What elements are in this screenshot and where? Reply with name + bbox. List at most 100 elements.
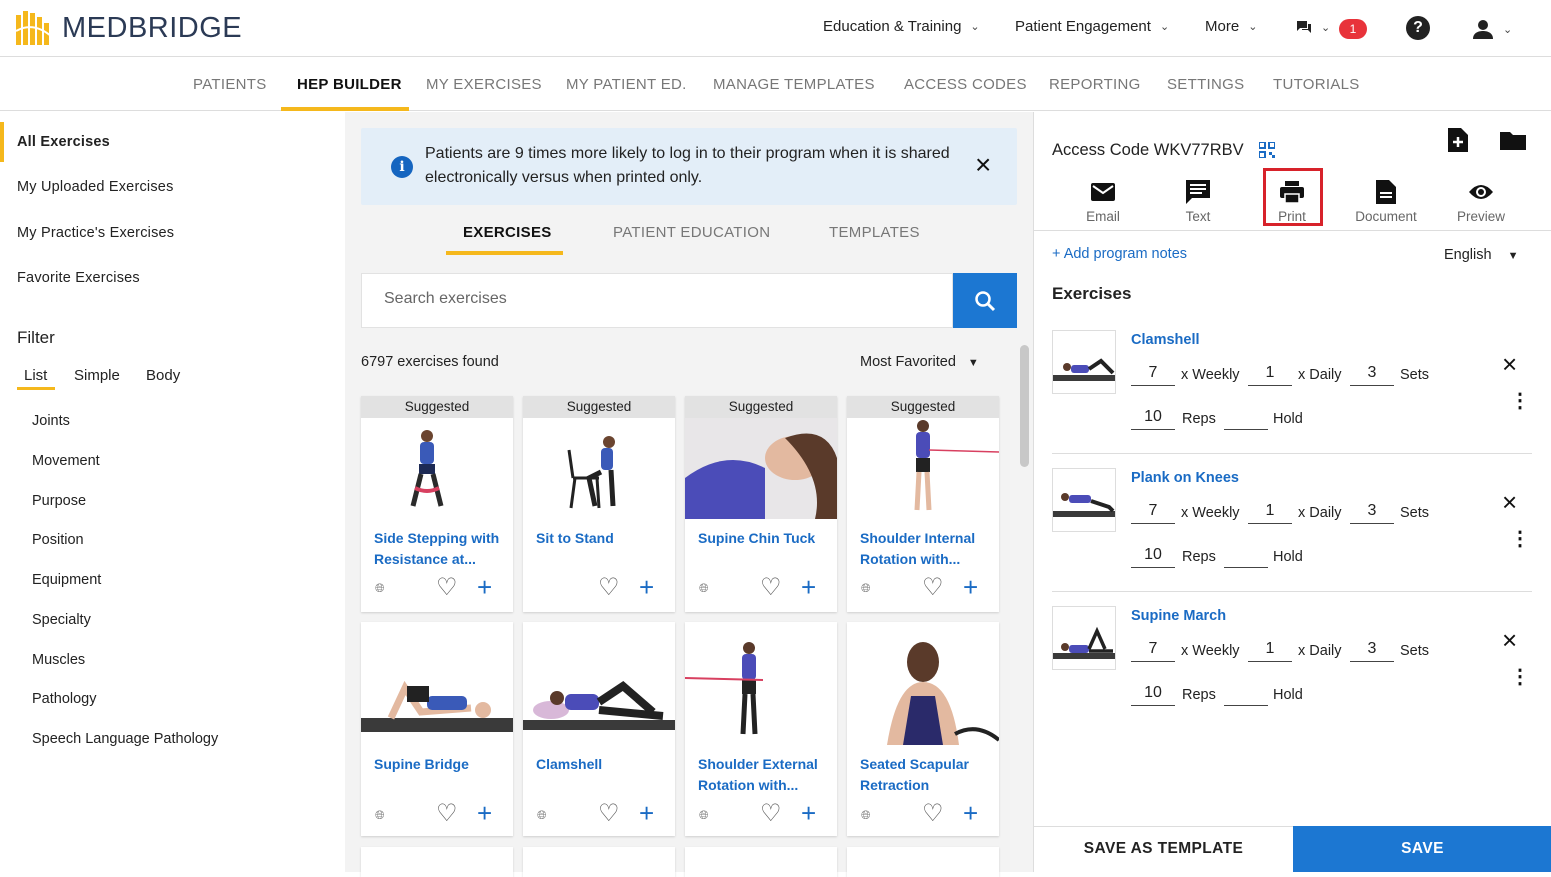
filter-equipment[interactable]: Equipment xyxy=(32,572,101,588)
sets-input[interactable]: 3 xyxy=(1350,500,1394,524)
save-as-template-button[interactable]: SAVE AS TEMPLATE xyxy=(1034,826,1293,872)
tab-access-codes[interactable]: ACCESS CODES xyxy=(904,76,1027,93)
exercise-card[interactable]: Supine Bridge 🌐︎ ♡ + xyxy=(361,622,513,836)
heart-icon[interactable]: ♡ xyxy=(436,576,458,600)
daily-input[interactable]: 1 xyxy=(1248,500,1292,524)
close-icon[interactable]: × xyxy=(975,150,991,180)
heart-icon[interactable]: ♡ xyxy=(598,802,620,826)
reps-input[interactable]: 10 xyxy=(1131,682,1175,706)
heart-icon[interactable]: ♡ xyxy=(760,802,782,826)
tab-my-exercises[interactable]: MY EXERCISES xyxy=(426,76,542,93)
exercise-title[interactable]: Shoulder External Rotation with... xyxy=(698,754,828,796)
filter-position[interactable]: Position xyxy=(32,532,84,548)
filter-tab-simple[interactable]: Simple xyxy=(74,367,120,384)
notification-badge[interactable]: 1 xyxy=(1339,19,1367,39)
daily-input[interactable]: 1 xyxy=(1248,638,1292,662)
nav-more[interactable]: More ⌄ xyxy=(1205,18,1257,35)
add-icon[interactable]: + xyxy=(801,800,816,826)
exercise-name[interactable]: Plank on Knees xyxy=(1131,470,1239,486)
exercise-name[interactable]: Supine March xyxy=(1131,608,1226,624)
exercise-title[interactable]: Side Stepping with Resistance at... xyxy=(374,528,504,570)
messages-menu[interactable]: ⌄ xyxy=(1296,20,1330,34)
add-icon[interactable]: + xyxy=(963,574,978,600)
add-icon[interactable]: + xyxy=(801,574,816,600)
heart-icon[interactable]: ♡ xyxy=(598,576,620,600)
sidebar-item-my-uploaded[interactable]: My Uploaded Exercises xyxy=(17,179,174,195)
filter-purpose[interactable]: Purpose xyxy=(32,493,86,509)
search-button[interactable] xyxy=(953,273,1017,328)
user-menu[interactable]: ⌄ xyxy=(1472,19,1512,39)
filter-joints[interactable]: Joints xyxy=(32,413,70,429)
preview-button[interactable]: Preview xyxy=(1446,178,1516,224)
exercise-card[interactable] xyxy=(361,847,513,877)
more-options-icon[interactable]: ⋮ xyxy=(1510,529,1530,549)
exercise-card[interactable]: Suggested Sit to Stand ♡ + xyxy=(523,396,675,612)
tab-patients[interactable]: PATIENTS xyxy=(193,76,267,93)
sets-input[interactable]: 3 xyxy=(1350,638,1394,662)
exercise-card[interactable]: Shoulder External Rotation with... 🌐︎ ♡ … xyxy=(685,622,837,836)
hold-input[interactable] xyxy=(1224,682,1268,706)
add-icon[interactable]: + xyxy=(639,800,654,826)
exercise-card[interactable] xyxy=(685,847,837,877)
tab-exercises[interactable]: EXERCISES xyxy=(463,224,552,241)
weekly-input[interactable]: 7 xyxy=(1131,500,1175,524)
filter-specialty[interactable]: Specialty xyxy=(32,612,91,628)
add-program-notes-link[interactable]: + Add program notes xyxy=(1052,246,1187,262)
exercise-card[interactable]: Seated Scapular Retraction 🌐︎ ♡ + xyxy=(847,622,999,836)
exercise-name[interactable]: Clamshell xyxy=(1131,332,1200,348)
exercise-card[interactable]: Clamshell 🌐︎ ♡ + xyxy=(523,622,675,836)
tab-manage-templates[interactable]: MANAGE TEMPLATES xyxy=(713,76,875,93)
sidebar-item-practice[interactable]: My Practice's Exercises xyxy=(17,225,174,241)
exercise-card[interactable]: Suggested Shoulder Internal Rotation wit… xyxy=(847,396,999,612)
heart-icon[interactable]: ♡ xyxy=(922,576,944,600)
exercise-card[interactable]: Suggested Supine Chin Tuck 🌐︎ ♡ + xyxy=(685,396,837,612)
tab-reporting[interactable]: REPORTING xyxy=(1049,76,1141,93)
exercise-title[interactable]: Sit to Stand xyxy=(536,528,666,549)
nav-patient-engagement[interactable]: Patient Engagement ⌄ xyxy=(1015,18,1169,35)
exercise-card[interactable] xyxy=(523,847,675,877)
filter-muscles[interactable]: Muscles xyxy=(32,652,85,668)
heart-icon[interactable]: ♡ xyxy=(760,576,782,600)
nav-education-training[interactable]: Education & Training ⌄ xyxy=(823,18,980,35)
filter-movement[interactable]: Movement xyxy=(32,453,100,469)
tab-templates[interactable]: TEMPLATES xyxy=(829,224,920,241)
filter-speech-language[interactable]: Speech Language Pathology xyxy=(32,731,218,747)
filter-tab-body[interactable]: Body xyxy=(146,367,180,384)
sidebar-item-favorites[interactable]: Favorite Exercises xyxy=(17,270,140,286)
filter-pathology[interactable]: Pathology xyxy=(32,691,97,707)
exercise-card[interactable]: Suggested Side Stepping with Resistance … xyxy=(361,396,513,612)
exercise-title[interactable]: Supine Chin Tuck xyxy=(698,528,828,549)
sidebar-item-all-exercises[interactable]: All Exercises xyxy=(17,134,110,150)
remove-exercise-icon[interactable]: × xyxy=(1502,489,1517,515)
medbridge-logo[interactable]: MEDBRIDGE xyxy=(16,11,242,45)
scrollbar[interactable] xyxy=(1020,345,1029,467)
sets-input[interactable]: 3 xyxy=(1350,362,1394,386)
folder-icon[interactable] xyxy=(1500,130,1526,150)
text-button[interactable]: Text xyxy=(1163,178,1233,224)
remove-exercise-icon[interactable]: × xyxy=(1502,627,1517,653)
hold-input[interactable] xyxy=(1224,544,1268,568)
exercise-title[interactable]: Seated Scapular Retraction xyxy=(860,754,990,796)
weekly-input[interactable]: 7 xyxy=(1131,362,1175,386)
filter-tab-list[interactable]: List xyxy=(24,367,47,384)
tab-my-patient-ed[interactable]: MY PATIENT ED. xyxy=(566,76,687,93)
sort-dropdown[interactable]: Most Favorited ▼ xyxy=(860,354,979,370)
search-input[interactable] xyxy=(384,290,904,308)
exercise-title[interactable]: Clamshell xyxy=(536,754,666,775)
exercise-title[interactable]: Supine Bridge xyxy=(374,754,504,775)
reps-input[interactable]: 10 xyxy=(1131,406,1175,430)
add-icon[interactable]: + xyxy=(477,800,492,826)
tab-hep-builder[interactable]: HEP BUILDER xyxy=(297,76,402,93)
new-document-icon[interactable] xyxy=(1448,128,1468,152)
add-icon[interactable]: + xyxy=(477,574,492,600)
more-options-icon[interactable]: ⋮ xyxy=(1510,667,1530,687)
help-icon[interactable]: ? xyxy=(1406,16,1430,40)
qr-code-icon[interactable] xyxy=(1259,142,1275,158)
tab-settings[interactable]: SETTINGS xyxy=(1167,76,1244,93)
language-select[interactable]: English ▼ xyxy=(1444,247,1518,263)
hold-input[interactable] xyxy=(1224,406,1268,430)
save-button[interactable]: SAVE xyxy=(1293,826,1551,872)
tab-tutorials[interactable]: TUTORIALS xyxy=(1273,76,1360,93)
exercise-title[interactable]: Shoulder Internal Rotation with... xyxy=(860,528,990,570)
reps-input[interactable]: 10 xyxy=(1131,544,1175,568)
